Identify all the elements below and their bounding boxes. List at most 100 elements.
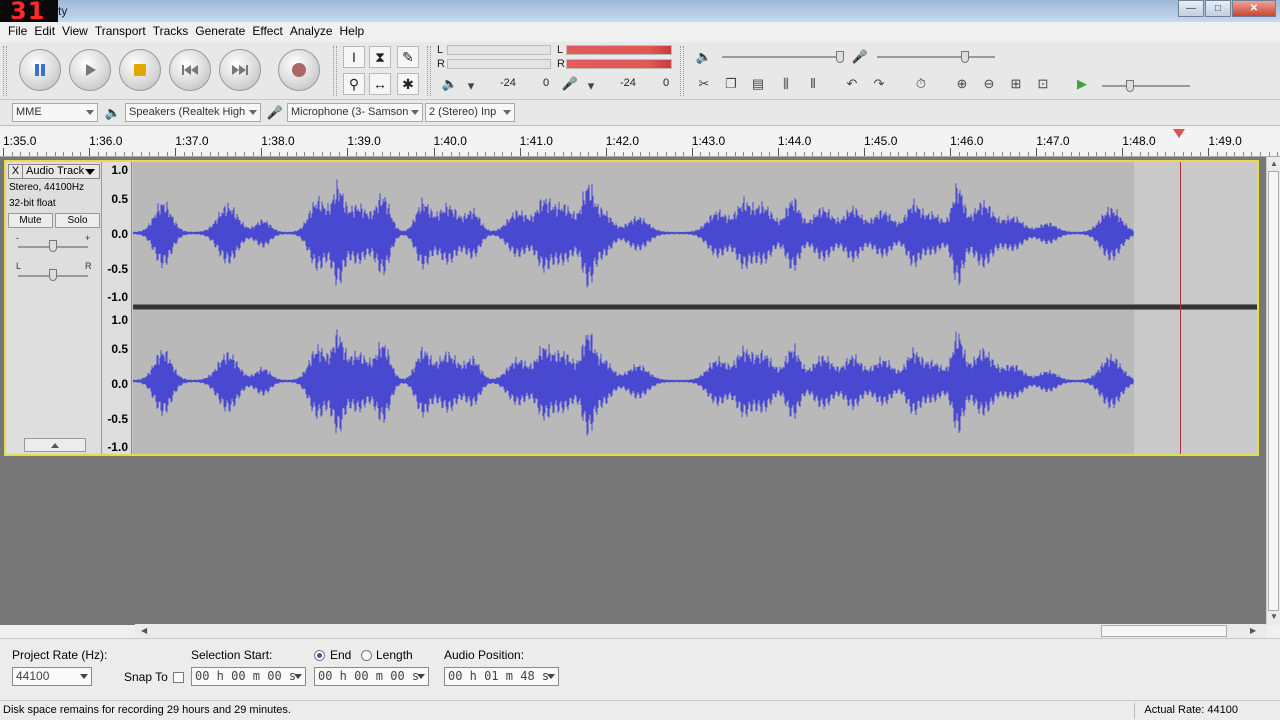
record-button[interactable]	[278, 49, 320, 91]
play-speed-thumb[interactable]	[1126, 80, 1134, 92]
toolbar-grip[interactable]	[3, 46, 7, 96]
redo-icon[interactable]: ↷	[869, 74, 889, 94]
snap-to-checkbox[interactable]	[173, 672, 184, 683]
undo-icon[interactable]: ↶	[842, 74, 862, 94]
fit-selection-icon[interactable]: ⊞	[1006, 74, 1026, 94]
menu-tracks[interactable]: Tracks	[153, 22, 196, 42]
audio-host-select[interactable]: MME	[12, 103, 98, 122]
title-badge: 31	[0, 0, 58, 23]
close-button[interactable]: ✕	[1232, 0, 1276, 17]
selection-start-value: 00 h 00 m 00 s	[195, 669, 297, 683]
skip-start-button[interactable]	[169, 49, 211, 91]
vertical-scroll-thumb[interactable]	[1268, 171, 1279, 611]
toolbar-grip[interactable]	[680, 46, 684, 96]
menu-file[interactable]: File	[8, 22, 34, 42]
selection-end-field[interactable]: 00 h 00 m 00 s	[314, 667, 429, 686]
trim-icon[interactable]: ⫼	[776, 74, 796, 94]
skip-end-button[interactable]	[219, 49, 261, 91]
record-meter-menu-icon[interactable]: ▾	[581, 76, 601, 96]
speaker-icon[interactable]: 🔈	[440, 74, 460, 94]
ruler-tick	[846, 152, 848, 156]
menu-edit[interactable]: Edit	[34, 22, 62, 42]
horizontal-scroll-thumb[interactable]	[1101, 625, 1227, 637]
menu-generate[interactable]: Generate	[195, 22, 252, 42]
gain-slider-thumb[interactable]	[49, 240, 57, 252]
fit-project-icon[interactable]: ⊡	[1033, 74, 1053, 94]
end-radio[interactable]	[314, 650, 325, 661]
paste-icon[interactable]: ▤	[748, 74, 768, 94]
mute-button[interactable]: Mute	[8, 213, 53, 228]
play-speed-slider[interactable]	[1102, 85, 1190, 87]
input-volume-thumb[interactable]	[961, 51, 969, 63]
scroll-left-icon[interactable]: ◀	[141, 626, 147, 635]
copy-icon[interactable]: ❐	[721, 74, 741, 94]
playback-meter-menu-icon[interactable]: ▾	[461, 76, 481, 96]
status-bar: Disk space remains for recording 29 hour…	[0, 700, 1280, 720]
input-device-select[interactable]: Microphone (3- Samson	[287, 103, 423, 122]
audio-track[interactable]: X Audio Track Stereo, 44100Hz 32-bit flo…	[4, 160, 1259, 456]
timeline-ruler[interactable]: 1:35.0 1:36.0 1:37.0 1:38.0 1:39.0 1:40.0 1:41…	[0, 127, 1280, 157]
track-panel[interactable]: X Audio Track Stereo, 44100Hz 32-bit flo…	[0, 157, 1266, 625]
pause-button[interactable]	[19, 49, 61, 91]
length-radio[interactable]	[361, 650, 372, 661]
selection-tool-icon[interactable]: I	[343, 46, 365, 68]
cut-icon[interactable]: ✂	[694, 74, 714, 94]
vertical-scrollbar[interactable]: ▲ ▼	[1266, 157, 1280, 625]
input-channels-select[interactable]: 2 (Stereo) Inp	[425, 103, 515, 122]
audio-position-label: Audio Position:	[444, 648, 525, 662]
menu-help[interactable]: Help	[340, 22, 372, 42]
stop-button[interactable]	[119, 49, 161, 91]
scroll-down-icon[interactable]: ▼	[1270, 612, 1278, 621]
track-name[interactable]: Audio Track	[26, 165, 84, 177]
track-close-button[interactable]: X	[9, 165, 23, 178]
record-meter-right[interactable]	[566, 59, 672, 69]
envelope-tool-icon[interactable]: ⧗	[369, 46, 391, 68]
playback-meter-right[interactable]	[447, 59, 551, 69]
waveform-area[interactable]	[133, 162, 1257, 454]
left-channel[interactable]	[133, 162, 1257, 304]
minimize-button[interactable]: —	[1178, 0, 1204, 17]
menu-analyze[interactable]: Analyze	[290, 22, 340, 42]
input-volume-slider[interactable]	[877, 56, 995, 58]
menu-effect[interactable]: Effect	[252, 22, 289, 42]
ruler-tick	[347, 148, 349, 156]
zoom-tool-icon[interactable]: ⚲	[343, 73, 365, 95]
project-rate-select[interactable]: 44100	[12, 667, 92, 686]
track-name-bar[interactable]: X Audio Track	[8, 164, 100, 179]
multi-tool-icon[interactable]: ✱	[397, 73, 419, 95]
playhead-marker-icon[interactable]	[1173, 129, 1185, 138]
record-meter-left[interactable]	[566, 45, 672, 55]
playback-meter-left[interactable]	[447, 45, 551, 55]
solo-button[interactable]: Solo	[55, 213, 100, 228]
toolbar-grip[interactable]	[427, 46, 431, 96]
amplitude-ruler[interactable]: 1.0 0.5 0.0 -0.5 -1.0 1.0 0.5 0.0 -0.5 -…	[102, 162, 132, 454]
pan-slider-thumb[interactable]	[49, 269, 57, 281]
zoom-in-icon[interactable]: ⊕	[952, 74, 972, 94]
audio-position-field[interactable]: 00 h 01 m 48 s	[444, 667, 559, 686]
timeshift-tool-icon[interactable]: ↔	[369, 73, 391, 95]
track-menu-icon[interactable]	[85, 169, 95, 175]
ruler-tick	[648, 152, 650, 156]
record-scale-max: 0	[663, 77, 670, 89]
zoom-out-icon[interactable]: ⊖	[979, 74, 999, 94]
selection-start-field[interactable]: 00 h 00 m 00 s	[191, 667, 306, 686]
play-button[interactable]	[69, 49, 111, 91]
ruler-label: 1:47.0	[1036, 134, 1070, 148]
output-volume-slider[interactable]	[722, 56, 842, 58]
play-at-speed-icon[interactable]: ▶	[1072, 74, 1092, 94]
right-channel[interactable]	[133, 310, 1257, 454]
collapse-track-button[interactable]	[24, 438, 86, 452]
horizontal-scrollbar[interactable]: ◀ ▶	[135, 624, 1266, 638]
output-device-select[interactable]: Speakers (Realtek High	[125, 103, 261, 122]
toolbar-grip[interactable]	[333, 46, 337, 96]
menu-transport[interactable]: Transport	[95, 22, 153, 42]
menu-view[interactable]: View	[62, 22, 95, 42]
scroll-right-icon[interactable]: ▶	[1250, 626, 1256, 635]
maximize-button[interactable]: □	[1205, 0, 1231, 17]
silence-icon[interactable]: ⫴	[803, 74, 823, 94]
scroll-up-icon[interactable]: ▲	[1270, 159, 1278, 168]
sync-lock-icon[interactable]: ⏱	[911, 74, 931, 94]
microphone-icon[interactable]: 🎤	[560, 74, 580, 94]
output-volume-thumb[interactable]	[836, 51, 844, 63]
draw-tool-icon[interactable]: ✎	[397, 46, 419, 68]
